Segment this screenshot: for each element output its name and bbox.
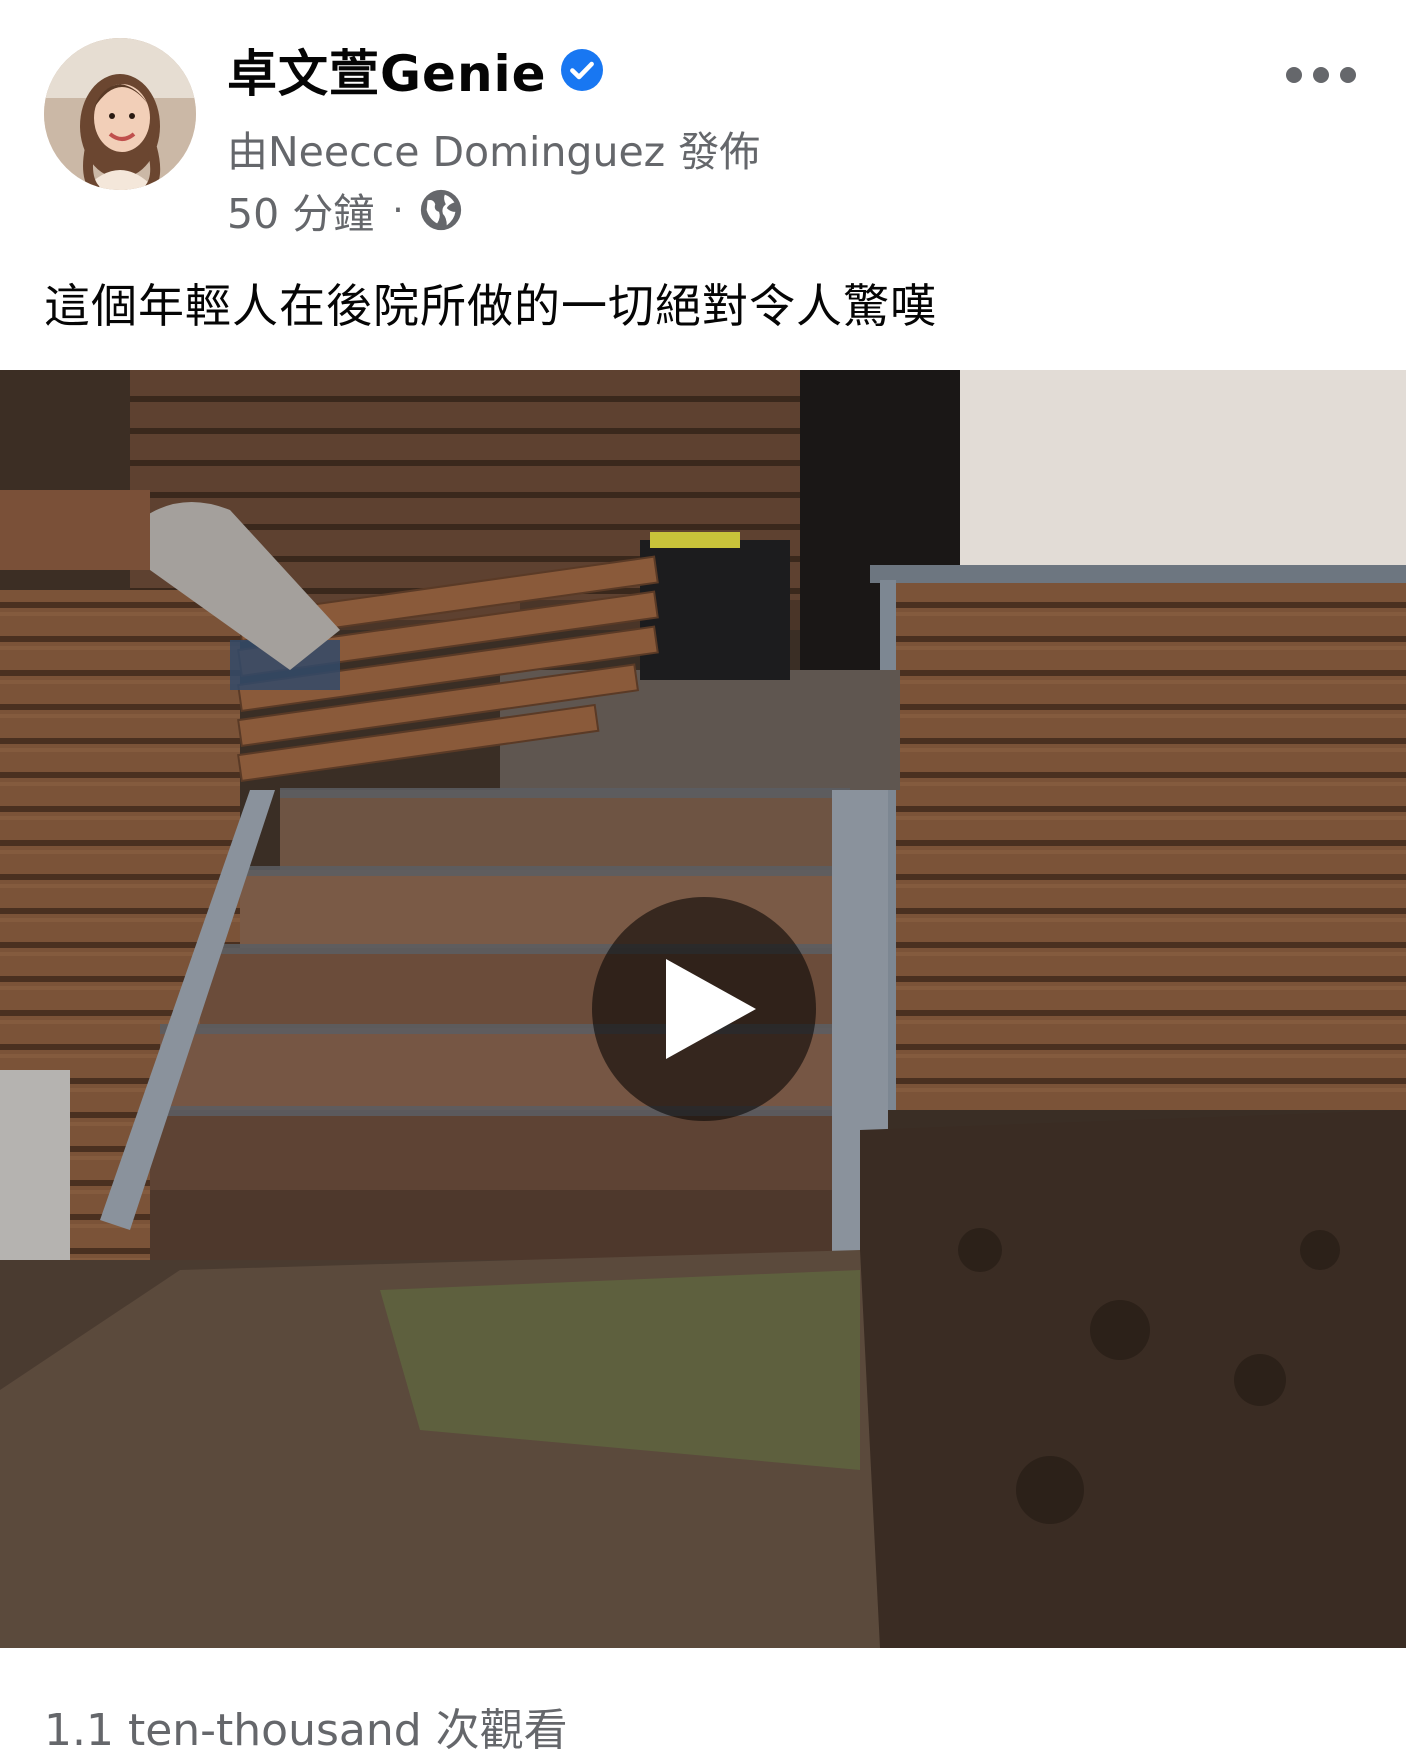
post-caption: 這個年輕人在後院所做的一切絕對令人驚嘆 xyxy=(44,279,937,333)
meta-separator: · xyxy=(392,189,404,231)
more-options-icon[interactable] xyxy=(1286,58,1356,92)
post-timestamp[interactable]: 50 分鐘 xyxy=(227,180,374,240)
page-name-row: 卓文萱Genie xyxy=(227,36,603,104)
play-button[interactable] xyxy=(592,897,816,1121)
video-player[interactable] xyxy=(0,370,1406,1648)
page-avatar[interactable] xyxy=(44,38,196,190)
more-dot xyxy=(1340,67,1356,83)
more-dot xyxy=(1286,67,1302,83)
more-dot xyxy=(1313,67,1329,83)
posted-by-text: 由Neecce Dominguez 發佈 xyxy=(227,128,761,176)
avatar-photo xyxy=(44,38,196,190)
globe-icon[interactable] xyxy=(418,187,464,233)
view-count: 1.1 ten-thousand 次觀看 xyxy=(44,1705,568,1756)
play-icon xyxy=(666,959,756,1059)
verified-badge-icon xyxy=(560,49,603,91)
page-name-link[interactable]: 卓文萱Genie xyxy=(227,34,547,106)
post-meta: 50 分鐘 · xyxy=(227,184,464,238)
